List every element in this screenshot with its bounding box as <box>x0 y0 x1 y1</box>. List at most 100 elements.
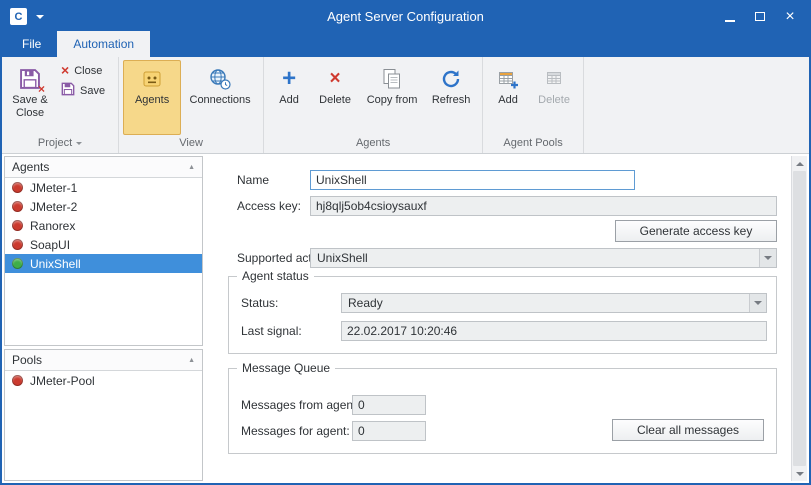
add-agent-label: Add <box>279 94 299 107</box>
pools-header-label: Pools <box>12 353 42 367</box>
delete-icon: × <box>330 66 341 92</box>
agents-header-label: Agents <box>12 160 49 174</box>
name-input[interactable] <box>310 170 635 190</box>
save-close-label: Save & Close <box>11 94 49 120</box>
messages-for-input[interactable] <box>352 421 426 441</box>
agent-status-title: Agent status <box>237 269 314 283</box>
agent-form: Name Access key: Generate access key Sup… <box>207 156 787 481</box>
agent-pools-group-caption: Agent Pools <box>483 135 583 153</box>
agents-group-caption: Agents <box>264 135 482 153</box>
messages-from-input[interactable] <box>352 395 426 415</box>
ribbon-group-agent-pools: Add Delete Agent Pools <box>483 57 584 153</box>
list-item-ranorex[interactable]: Ranorex <box>5 216 202 235</box>
copy-from-button[interactable]: Copy from <box>360 60 424 135</box>
status-icon <box>12 258 23 269</box>
pools-list: Pools ▲ JMeter-Pool <box>4 349 203 481</box>
main-content: Agents ▲ JMeter-1 JMeter-2 Ranorex <box>2 154 809 483</box>
name-label: Name <box>237 173 269 187</box>
message-queue-title: Message Queue <box>237 361 335 375</box>
agents-view-label: Agents <box>135 94 169 107</box>
supported-activity-value: UnixShell <box>317 251 368 265</box>
status-icon <box>12 375 23 386</box>
messages-for-label: Messages for agent: <box>241 424 350 438</box>
project-group-caption: Project <box>2 135 118 153</box>
scroll-up-button[interactable] <box>792 156 807 171</box>
scroll-thumb[interactable] <box>793 171 806 466</box>
save-and-close-button[interactable]: × Save & Close <box>6 60 54 135</box>
ribbon-group-view: Agents Connections <box>119 57 264 153</box>
status-select[interactable]: Ready <box>341 293 767 313</box>
list-item-soapui[interactable]: SoapUI <box>5 235 202 254</box>
add-pool-table-icon <box>497 66 519 92</box>
list-item-jmeter-2[interactable]: JMeter-2 <box>5 197 202 216</box>
app-icon[interactable]: C <box>10 8 27 25</box>
ribbon-group-project: × Save & Close × Close <box>2 57 119 153</box>
delete-pool-table-icon <box>543 66 565 92</box>
message-queue-groupbox: Message Queue Messages from agent: Messa… <box>228 368 777 454</box>
agents-list: Agents ▲ JMeter-1 JMeter-2 Ranorex <box>4 156 203 346</box>
list-item-unixshell[interactable]: UnixShell <box>5 254 202 273</box>
list-item-label: SoapUI <box>30 238 70 252</box>
save-icon <box>61 82 75 99</box>
status-icon <box>12 182 23 193</box>
maximize-button[interactable] <box>745 6 775 28</box>
tab-file[interactable]: File <box>6 31 57 57</box>
ribbon-empty-space <box>584 57 809 153</box>
scroll-down-button[interactable] <box>792 466 807 481</box>
scroll-up-icon <box>796 162 804 166</box>
view-group-caption: View <box>119 135 263 153</box>
chevron-down-icon <box>759 249 776 267</box>
chevron-down-icon <box>749 294 766 312</box>
list-item-jmeter-1[interactable]: JMeter-1 <box>5 178 202 197</box>
left-panel: Agents ▲ JMeter-1 JMeter-2 Ranorex <box>4 156 203 481</box>
sort-asc-icon: ▲ <box>188 164 195 171</box>
supported-activity-select[interactable]: UnixShell <box>310 248 777 268</box>
quick-access-caret-icon[interactable] <box>34 13 46 21</box>
ribbon: × Save & Close × Close <box>2 57 809 154</box>
add-pool-button[interactable]: Add <box>487 60 529 135</box>
last-signal-input[interactable] <box>341 321 767 341</box>
status-icon <box>12 201 23 212</box>
refresh-label: Refresh <box>432 94 471 107</box>
delete-pool-label: Delete <box>538 94 570 107</box>
access-key-input[interactable] <box>310 196 777 216</box>
status-value: Ready <box>348 296 383 310</box>
delete-agent-label: Delete <box>319 94 351 107</box>
add-icon: + <box>282 66 296 92</box>
pools-list-header[interactable]: Pools ▲ <box>5 350 202 371</box>
window-title: Agent Server Configuration <box>2 9 809 24</box>
maximize-icon <box>755 12 765 21</box>
status-icon <box>12 220 23 231</box>
save-label: Save <box>80 85 105 97</box>
scroll-down-icon <box>796 472 804 476</box>
refresh-icon <box>440 66 462 92</box>
refresh-button[interactable]: Refresh <box>424 60 478 135</box>
agents-list-header[interactable]: Agents ▲ <box>5 157 202 178</box>
close-project-button[interactable]: × Close <box>59 63 112 78</box>
agents-view-button[interactable]: Agents <box>123 60 181 135</box>
ribbon-tab-row: File Automation <box>2 31 809 57</box>
list-item-label: UnixShell <box>30 257 81 271</box>
save-close-icon: × <box>19 66 41 92</box>
generate-access-key-button[interactable]: Generate access key <box>615 220 777 242</box>
last-signal-label: Last signal: <box>241 324 302 338</box>
titlebar: C Agent Server Configuration × <box>2 2 809 31</box>
minimize-icon <box>725 20 735 22</box>
close-button[interactable]: × <box>775 6 805 28</box>
vertical-scrollbar[interactable] <box>791 156 807 481</box>
delete-agent-button[interactable]: × Delete <box>310 60 360 135</box>
minimize-button[interactable] <box>715 6 745 28</box>
close-overlay-icon: × <box>38 83 45 95</box>
copy-icon <box>382 66 402 92</box>
save-button[interactable]: Save <box>59 81 112 100</box>
add-pool-label: Add <box>498 94 518 107</box>
add-agent-button[interactable]: + Add <box>268 60 310 135</box>
list-item-label: JMeter-1 <box>30 181 77 195</box>
messages-from-label: Messages from agent: <box>241 398 360 412</box>
clear-all-messages-button[interactable]: Clear all messages <box>612 419 764 441</box>
list-item-jmeter-pool[interactable]: JMeter-Pool <box>5 371 202 390</box>
connections-view-button[interactable]: Connections <box>181 60 259 135</box>
tab-automation[interactable]: Automation <box>57 31 150 57</box>
sort-asc-icon: ▲ <box>188 357 195 364</box>
connections-globe-icon <box>209 66 231 92</box>
